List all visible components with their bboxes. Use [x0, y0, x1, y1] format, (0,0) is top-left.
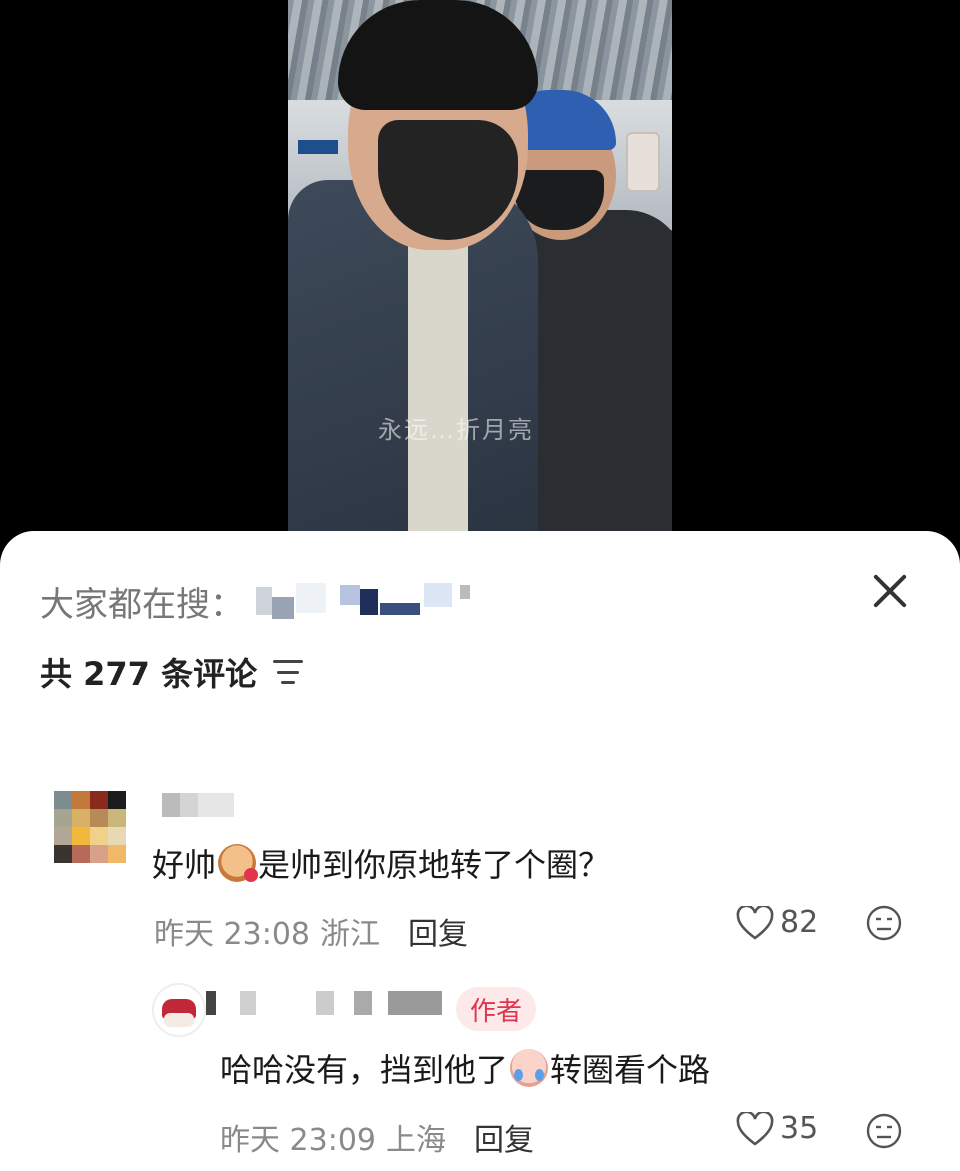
reply-item: 作者 哈哈没有，挡到他了 转圈看个路 昨天 23:09 上海 回复 35 [0, 531, 960, 1171]
like-count: 35 [780, 1111, 819, 1146]
like-button[interactable]: 35 [736, 1111, 818, 1146]
reply-text-part: 哈哈没有，挡到他了 [220, 1051, 509, 1089]
reply-meta: 昨天 23:09 上海 回复 [220, 1115, 534, 1159]
dislike-face-icon[interactable] [866, 1113, 902, 1149]
reply-text-part: 转圈看个路 [550, 1051, 711, 1089]
reply-location: 上海 [386, 1123, 446, 1158]
app-screen: 永远…折月亮 大家都在搜： 共 277 条评论 好帅 是帅到你原地转了个圈？ 昨… [0, 0, 960, 1171]
author-name-blurred[interactable] [206, 991, 442, 1015]
reply-button[interactable]: 回复 [474, 1115, 534, 1159]
video-player[interactable]: 永远…折月亮 [288, 0, 672, 560]
comment-sheet: 大家都在搜： 共 277 条评论 好帅 是帅到你原地转了个圈？ 昨天 23:08… [0, 531, 960, 1171]
video-person-main [288, 0, 548, 560]
author-badge: 作者 [456, 987, 537, 1031]
avatar[interactable] [152, 983, 206, 1037]
crying-laugh-emoji [510, 1049, 549, 1087]
reply-text: 哈哈没有，挡到他了 转圈看个路 [220, 1045, 710, 1091]
heart-icon [736, 1111, 774, 1146]
video-watermark: 永远…折月亮 [378, 416, 534, 444]
reply-time: 昨天 23:09 [220, 1123, 376, 1158]
